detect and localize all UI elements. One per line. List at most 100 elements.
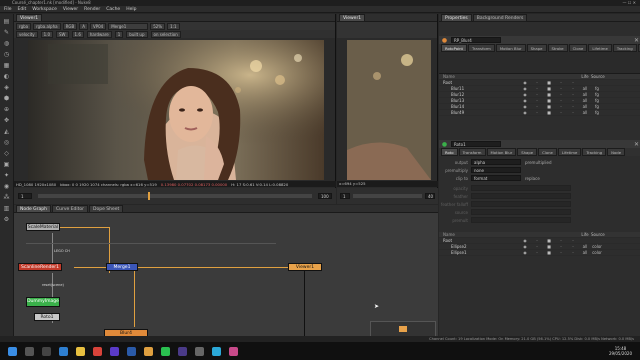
viewer-option-4[interactable]: hardware	[86, 30, 112, 38]
eye-icon[interactable]: ◉	[519, 86, 531, 91]
filter-icon[interactable]: ◈	[3, 84, 10, 91]
tab-background-renders[interactable]: Background Renders	[472, 13, 528, 22]
premiere-icon[interactable]	[110, 346, 119, 356]
subtab-motion-blur[interactable]: Motion Blur	[486, 148, 517, 156]
color-swatch[interactable]: ■	[543, 244, 555, 249]
subtab-node[interactable]: Node	[607, 148, 626, 156]
blend-icon[interactable]: ·	[567, 244, 579, 249]
prop-value[interactable]: none	[471, 167, 521, 173]
tab-node-graph[interactable]: Node Graph	[16, 204, 51, 213]
menu-item-file[interactable]: File	[4, 7, 12, 12]
menu-item-render[interactable]: Render	[84, 7, 100, 12]
b-input-select[interactable]: Merge1	[108, 22, 149, 30]
rp-node-name[interactable]: RP_Blur4	[451, 37, 501, 43]
color-swatch[interactable]: ■	[543, 110, 555, 115]
draw-icon[interactable]: ◍	[3, 40, 10, 47]
other-icon[interactable]: ✦	[3, 172, 10, 179]
subtab-roto[interactable]: Roto	[441, 148, 458, 156]
invert-icon[interactable]: ·	[555, 104, 567, 109]
color-swatch[interactable]: ■	[543, 80, 555, 85]
node-read[interactable]: ScaleMaterial	[26, 223, 60, 231]
lock-icon[interactable]: ·	[531, 110, 543, 115]
invert-icon[interactable]: ·	[555, 80, 567, 85]
subtab-motion-blur[interactable]: Motion Blur	[495, 44, 526, 52]
search-icon[interactable]	[25, 346, 34, 356]
window-controls[interactable]: — ☐ ✕	[623, 0, 636, 5]
rp-close-icon[interactable]: ✕	[633, 37, 640, 44]
eye-icon[interactable]: ◉	[519, 92, 531, 97]
faded-prop-slider[interactable]	[471, 209, 571, 215]
faded-prop-slider[interactable]	[471, 201, 571, 207]
tab-viewer1[interactable]: Viewer1	[16, 13, 43, 22]
node-merge[interactable]: Merge1	[106, 263, 138, 271]
tab-dope-sheet[interactable]: Dope Sheet	[89, 204, 124, 213]
blend-icon[interactable]: ·	[567, 104, 579, 109]
plugins-icon[interactable]: ⚙	[3, 216, 10, 223]
viewer-option-2[interactable]: SW	[56, 30, 69, 38]
color-swatch[interactable]: ■	[543, 98, 555, 103]
viewer-option-5[interactable]: 1	[114, 30, 124, 38]
viewer2-canvas[interactable]	[347, 40, 431, 180]
chrome-icon[interactable]	[93, 346, 102, 356]
tab-properties[interactable]: Properties	[441, 13, 472, 22]
subtab-stroke[interactable]: Stroke	[547, 44, 568, 52]
color-swatch[interactable]: ■	[543, 104, 555, 109]
lock-icon[interactable]: ·	[531, 98, 543, 103]
viewer2-frame-field[interactable]: 1	[340, 193, 350, 199]
subtab-clone[interactable]: Clone	[538, 148, 557, 156]
invert-icon[interactable]: ·	[555, 98, 567, 103]
subtab-shape[interactable]: Shape	[526, 44, 547, 52]
viewer-option-3[interactable]: 1.6	[71, 30, 84, 38]
node-viewer[interactable]: Viewer1	[288, 263, 322, 271]
ratio-select[interactable]: 1:1	[167, 22, 180, 30]
viewer1-timeline[interactable]: 1 100	[14, 188, 336, 204]
faded-prop-slider[interactable]	[471, 185, 571, 191]
subtab-tracking[interactable]: Tracking	[582, 148, 607, 156]
viewer-option-1[interactable]: 1.0	[40, 30, 54, 38]
faded-prop-slider[interactable]	[471, 193, 571, 199]
3d-icon[interactable]: ◭	[3, 128, 10, 135]
subtab-transform[interactable]: Transform	[458, 148, 486, 156]
roto-node-name[interactable]: Roto1	[451, 141, 501, 147]
viewer1-range-field[interactable]: 100	[318, 193, 332, 199]
node-dummy[interactable]: DummyImage	[26, 297, 60, 307]
menu-item-help[interactable]: Help	[126, 7, 136, 12]
read-icon[interactable]: ▤	[3, 18, 10, 25]
taskview-icon[interactable]	[42, 346, 51, 356]
menu-item-cache[interactable]: Cache	[106, 7, 120, 12]
invert-icon[interactable]: ·	[555, 244, 567, 249]
aftereffects-icon[interactable]	[178, 346, 187, 356]
eye-icon[interactable]: ◉	[519, 98, 531, 103]
channels-select[interactable]: rgba	[16, 22, 32, 30]
eye-icon[interactable]: ◉	[519, 238, 531, 243]
lock-icon[interactable]: ·	[531, 92, 543, 97]
nodegraph-canvas[interactable]: ScaleMaterial ScanlineRender1 Merge1 Vie…	[14, 213, 438, 341]
subtab-rotopaint[interactable]: RotoPaint	[441, 44, 467, 52]
colorspace-select[interactable]: RGB	[62, 22, 78, 30]
invert-icon[interactable]: ·	[555, 86, 567, 91]
eye-icon[interactable]: ◉	[519, 110, 531, 115]
blend-icon[interactable]: ·	[567, 98, 579, 103]
toolsets-icon[interactable]: ▣	[3, 161, 10, 168]
subtab-lifetime[interactable]: Lifetime	[557, 148, 582, 156]
subtab-shape[interactable]: Shape	[517, 148, 538, 156]
keyer-icon[interactable]: ⬢	[3, 95, 10, 102]
viewer1-frame-field[interactable]: 1	[18, 193, 32, 199]
lock-icon[interactable]: ·	[531, 86, 543, 91]
channel-icon[interactable]: ▦	[3, 62, 10, 69]
blend-icon[interactable]: ·	[567, 250, 579, 255]
tray-clock[interactable]: 15:48 29/05/2020	[609, 346, 640, 356]
invert-icon[interactable]: ·	[555, 238, 567, 243]
photoshop-icon[interactable]	[127, 346, 136, 356]
lock-icon[interactable]: ·	[531, 244, 543, 249]
roto-close-icon[interactable]: ✕	[633, 141, 640, 148]
prop-value[interactable]: alpha	[471, 159, 521, 165]
subtab-clone[interactable]: Clone	[568, 44, 588, 52]
viewer-option-7[interactable]: on selection	[150, 30, 181, 38]
slack-icon[interactable]	[229, 346, 238, 356]
time-icon[interactable]: ◷	[3, 51, 10, 58]
invert-icon[interactable]: ·	[555, 110, 567, 115]
timeline-track[interactable]	[38, 192, 312, 200]
viewer2-timeline[interactable]: 1 40	[337, 188, 438, 204]
merge-icon[interactable]: ⊕	[3, 106, 10, 113]
